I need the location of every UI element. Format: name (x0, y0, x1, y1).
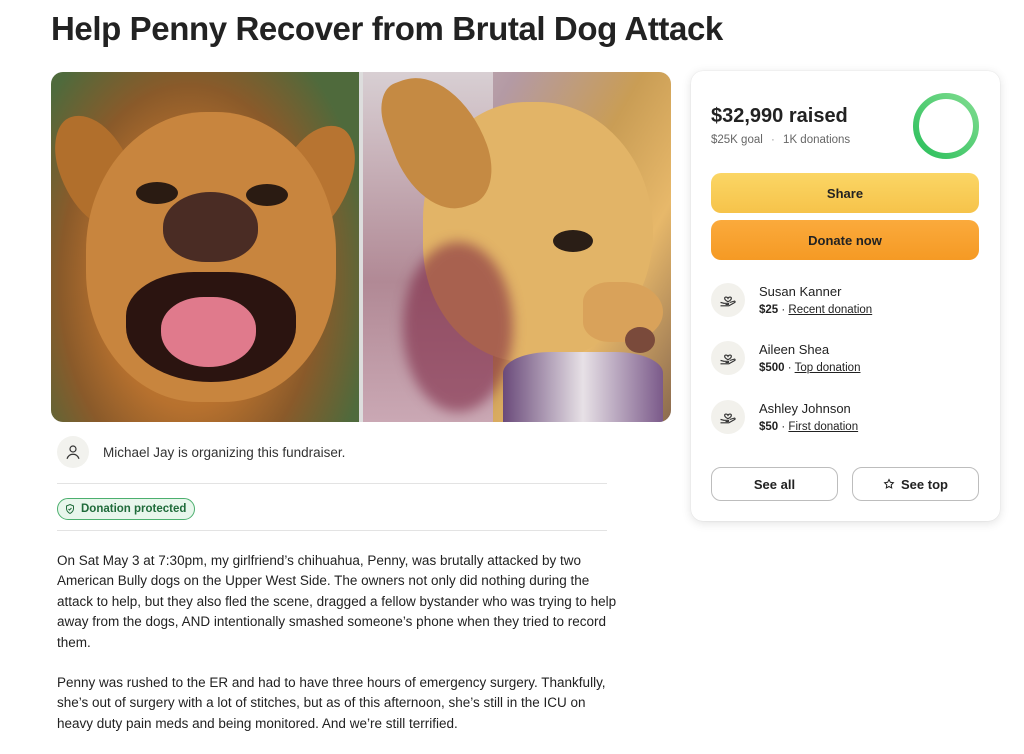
heart-hand-icon (711, 400, 745, 434)
star-icon (883, 478, 895, 489)
see-all-label: See all (753, 476, 796, 492)
donor-amount: $25 (759, 304, 779, 316)
donor-name: Ashley Johnson (759, 401, 851, 416)
donation-protected-badge[interactable]: Donation protected (57, 498, 196, 520)
shield-icon (66, 503, 74, 515)
story-text: On Sat May 3 at 7:30pm, my girlfriend’s … (57, 551, 617, 754)
donor-name: Aileen Shea (759, 342, 830, 357)
divider (57, 530, 607, 531)
goal-text: $25K goal (711, 134, 763, 146)
donor-item: Susan Kanner $25 · Recent donation (711, 283, 872, 317)
hero-image-gallery[interactable] (51, 72, 671, 422)
page-title: Help Penny Recover from Brutal Dog Attac… (51, 10, 723, 47)
story-paragraph: On Sat May 3 at 7:30pm, my girlfriend’s … (57, 553, 617, 650)
donate-now-button[interactable]: Donate now (711, 220, 979, 260)
donation-count: 1K donations (783, 134, 851, 146)
donor-tag-link[interactable]: First donation (788, 421, 858, 433)
heart-hand-icon (711, 283, 745, 317)
dog-photo-happy (51, 72, 359, 422)
divider (57, 483, 607, 484)
donor-amount: $500 (759, 362, 785, 374)
heart-hand-icon (711, 341, 745, 375)
see-top-button[interactable]: See top (852, 467, 979, 501)
story-paragraph: Penny was rushed to the ER and had to ha… (57, 675, 606, 731)
goal-summary: $25K goal · 1K donations (711, 134, 851, 146)
amount-raised: $32,990 raised (711, 105, 848, 127)
see-top-label: See top (901, 476, 948, 492)
user-icon (57, 436, 89, 468)
donor-name: Susan Kanner (759, 284, 842, 299)
donor-item: Ashley Johnson $50 · First donation (711, 400, 858, 434)
donor-item: Aileen Shea $500 · Top donation (711, 341, 860, 375)
see-all-button[interactable]: See all (711, 467, 838, 501)
dog-photo-injured (363, 72, 671, 422)
progress-ring (913, 93, 979, 159)
donor-tag-link[interactable]: Top donation (795, 362, 861, 374)
share-button[interactable]: Share (711, 173, 979, 213)
organizer-text: Michael Jay is organizing this fundraise… (103, 444, 346, 460)
donation-card: $32,990 raised $25K goal · 1K donations … (691, 71, 1000, 521)
donor-tag-link[interactable]: Recent donation (788, 304, 872, 316)
badge-label: Donation protected (81, 503, 187, 515)
donor-amount: $50 (759, 421, 779, 433)
organizer-row: Michael Jay is organizing this fundraise… (57, 436, 345, 468)
